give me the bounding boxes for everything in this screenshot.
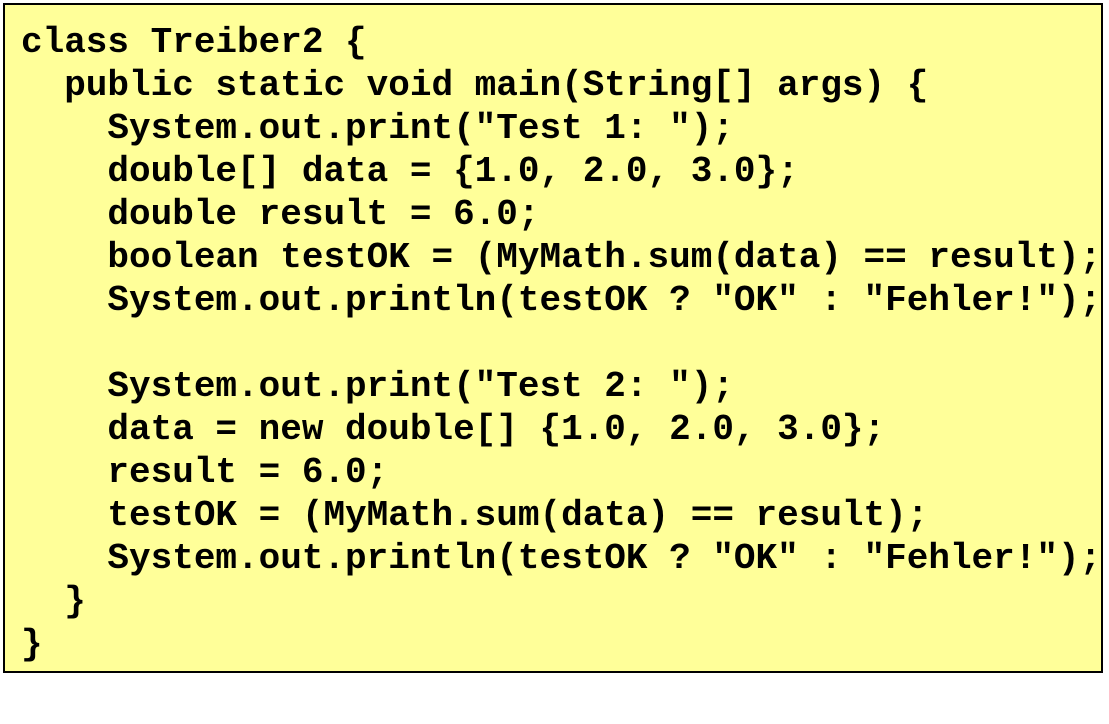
code-line-9: System.out.print("Test 2: "); (21, 366, 734, 407)
code-line-4: double[] data = {1.0, 2.0, 3.0}; (21, 151, 799, 192)
code-line-1: class Treiber2 { (21, 22, 367, 63)
code-line-13: System.out.println(testOK ? "OK" : "Fehl… (21, 538, 1102, 579)
code-line-11: result = 6.0; (21, 452, 389, 493)
code-line-10: data = new double[] {1.0, 2.0, 3.0}; (21, 409, 886, 450)
code-listing: class Treiber2 { public static void main… (3, 3, 1103, 673)
code-line-5: double result = 6.0; (21, 194, 540, 235)
code-line-7: System.out.println(testOK ? "OK" : "Fehl… (21, 280, 1102, 321)
code-line-3: System.out.print("Test 1: "); (21, 108, 734, 149)
code-line-2: public static void main(String[] args) { (21, 65, 929, 106)
code-line-15: } (21, 624, 43, 665)
code-line-14: } (21, 581, 86, 622)
code-line-12: testOK = (MyMath.sum(data) == result); (21, 495, 929, 536)
code-line-6: boolean testOK = (MyMath.sum(data) == re… (21, 237, 1102, 278)
